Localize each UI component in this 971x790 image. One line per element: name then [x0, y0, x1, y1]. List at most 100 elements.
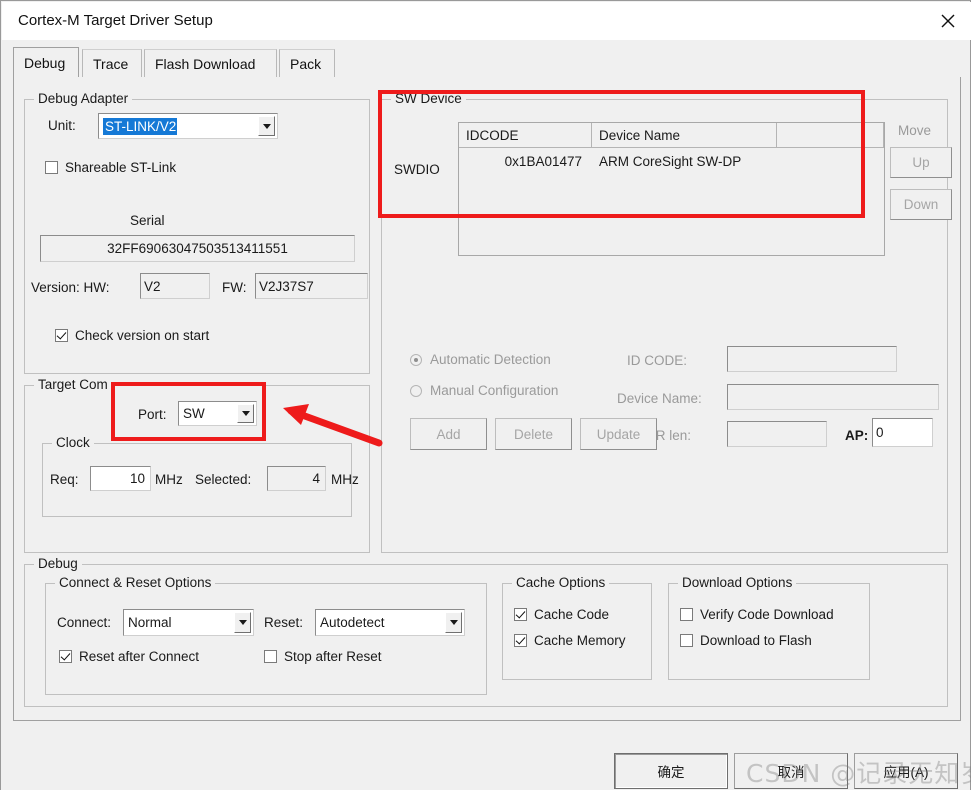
- tab-trace[interactable]: Trace: [82, 49, 142, 77]
- tab-pack[interactable]: Pack: [279, 49, 335, 77]
- shareable-st-link-checkbox[interactable]: Shareable ST-Link: [45, 160, 176, 175]
- cache-memory-checkbox[interactable]: Cache Memory: [514, 633, 626, 648]
- device-name-field: [727, 384, 939, 410]
- column-header-extra[interactable]: [777, 123, 884, 148]
- column-header-idcode[interactable]: IDCODE: [459, 123, 592, 148]
- automatic-detection-dot: [410, 353, 422, 366]
- stop-after-reset-checkbox[interactable]: Stop after Reset: [264, 649, 382, 664]
- shareable-st-link-label: Shareable ST-Link: [65, 160, 177, 175]
- move-down-button[interactable]: Down: [890, 189, 952, 220]
- dialog-window: Cortex-M Target Driver Setup Debug Trace…: [0, 0, 971, 790]
- group-debug-adapter-label: Debug Adapter: [34, 91, 133, 106]
- cache-memory-label: Cache Memory: [534, 633, 626, 648]
- cache-code-checkbox[interactable]: Cache Code: [514, 607, 609, 622]
- ir-len-field: [727, 421, 827, 447]
- dialog-footer: 确定 取消 应用(A): [1, 722, 970, 790]
- group-connect-reset-options-label: Connect & Reset Options: [55, 575, 216, 590]
- reset-value: Autodetect: [320, 615, 385, 630]
- ap-field[interactable]: 0: [872, 418, 933, 447]
- window-title: Cortex-M Target Driver Setup: [18, 12, 213, 29]
- selected-clock-field: 4: [267, 466, 326, 491]
- fw-version-field: V2J37S7: [255, 273, 368, 299]
- chevron-down-icon[interactable]: [258, 116, 275, 136]
- device-list-body: 0x1BA01477 ARM CoreSight SW-DP: [459, 148, 884, 255]
- unit-label: Unit:: [48, 118, 76, 133]
- verify-code-download-box: [680, 608, 693, 621]
- chevron-down-icon[interactable]: [234, 612, 251, 633]
- port-value: SW: [183, 406, 205, 421]
- verify-code-download-label: Verify Code Download: [700, 607, 834, 622]
- download-to-flash-label: Download to Flash: [700, 633, 812, 648]
- port-combobox[interactable]: SW: [178, 401, 257, 426]
- stop-after-reset-box: [264, 650, 277, 663]
- fw-label: FW:: [222, 280, 247, 295]
- req-clock-field[interactable]: 10: [90, 466, 151, 491]
- verify-code-download-checkbox[interactable]: Verify Code Download: [680, 607, 834, 622]
- manual-configuration-label: Manual Configuration: [430, 383, 559, 398]
- add-button[interactable]: Add: [410, 418, 487, 450]
- chevron-down-icon[interactable]: [237, 404, 254, 423]
- check-version-on-start-label: Check version on start: [75, 328, 210, 343]
- ok-button[interactable]: 确定: [614, 753, 728, 789]
- version-label: Version: HW:: [31, 280, 110, 295]
- connect-label: Connect:: [57, 615, 112, 630]
- id-code-field: [727, 346, 897, 372]
- tab-page-debug: Debug Adapter Unit: ST-LINK/V2 Shareable…: [13, 77, 961, 721]
- unit-combobox[interactable]: ST-LINK/V2: [98, 113, 278, 139]
- close-icon[interactable]: [925, 2, 971, 40]
- group-target-com-label: Target Com: [34, 377, 112, 392]
- automatic-detection-radio[interactable]: Automatic Detection: [410, 352, 551, 367]
- reset-after-connect-label: Reset after Connect: [79, 649, 200, 664]
- group-target-com: Target Com Port: SW Clock Req: 10 MHz Se…: [24, 377, 370, 553]
- cache-memory-box: [514, 634, 527, 647]
- manual-configuration-dot: [410, 384, 422, 397]
- download-to-flash-box: [680, 634, 693, 647]
- check-version-on-start-checkbox[interactable]: Check version on start: [55, 328, 209, 343]
- serial-field: 32FF69063047503513411551: [40, 235, 355, 262]
- automatic-detection-label: Automatic Detection: [430, 352, 551, 367]
- group-connect-reset-options: Connect & Reset Options Connect: Normal …: [45, 575, 487, 695]
- unit-value: ST-LINK/V2: [103, 117, 178, 135]
- group-cache-options-label: Cache Options: [512, 575, 610, 590]
- reset-combobox[interactable]: Autodetect: [315, 609, 465, 636]
- connect-value: Normal: [128, 615, 172, 630]
- update-button[interactable]: Update: [580, 418, 657, 450]
- manual-configuration-radio[interactable]: Manual Configuration: [410, 383, 558, 398]
- cell-idcode: 0x1BA01477: [504, 153, 582, 169]
- connect-combobox[interactable]: Normal: [123, 609, 254, 636]
- group-download-options: Download Options Verify Code Download Do…: [668, 575, 870, 680]
- title-bar: Cortex-M Target Driver Setup: [2, 2, 971, 40]
- download-to-flash-checkbox[interactable]: Download to Flash: [680, 633, 812, 648]
- device-name-label: Device Name:: [617, 391, 702, 406]
- group-clock-label: Clock: [52, 435, 94, 450]
- ir-len-label: IR len:: [652, 428, 692, 443]
- swdio-label: SWDIO: [394, 162, 440, 177]
- group-debug: Debug Connect & Reset Options Connect: N…: [24, 556, 948, 707]
- chevron-down-icon[interactable]: [445, 612, 462, 633]
- req-unit-label: MHz: [155, 472, 183, 487]
- cancel-button[interactable]: 取消: [734, 753, 848, 789]
- tab-flash-download[interactable]: Flash Download: [144, 49, 277, 77]
- reset-label: Reset:: [264, 615, 304, 630]
- apply-button[interactable]: 应用(A): [854, 753, 958, 789]
- check-version-on-start-box: [55, 329, 68, 342]
- cache-code-label: Cache Code: [534, 607, 610, 622]
- device-list-header: IDCODE Device Name: [459, 123, 884, 148]
- table-row[interactable]: 0x1BA01477 ARM CoreSight SW-DP: [459, 150, 884, 172]
- move-up-button[interactable]: Up: [890, 147, 952, 178]
- move-label: Move: [898, 123, 932, 138]
- column-header-device-name[interactable]: Device Name: [592, 123, 777, 148]
- ap-label: AP:: [845, 428, 869, 443]
- group-sw-device: SW Device SWDIO IDCODE Device Name 0x1BA…: [381, 91, 952, 553]
- req-label: Req:: [50, 472, 79, 487]
- cache-code-box: [514, 608, 527, 621]
- reset-after-connect-checkbox[interactable]: Reset after Connect: [59, 649, 199, 664]
- selected-clock-label: Selected:: [195, 472, 252, 487]
- group-cache-options: Cache Options Cache Code Cache Memory: [502, 575, 652, 680]
- tab-debug[interactable]: Debug: [13, 47, 79, 77]
- hw-version-field: V2: [140, 273, 210, 299]
- delete-button[interactable]: Delete: [495, 418, 572, 450]
- device-list[interactable]: IDCODE Device Name 0x1BA01477 ARM CoreSi…: [458, 122, 885, 256]
- group-debug-adapter: Debug Adapter Unit: ST-LINK/V2 Shareable…: [24, 91, 370, 374]
- tab-strip: Debug Trace Flash Download Pack: [13, 47, 961, 77]
